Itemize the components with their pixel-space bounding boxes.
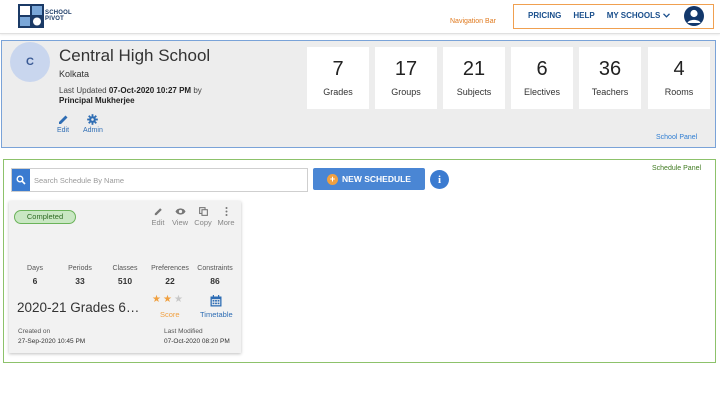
school-edit-label: Edit xyxy=(57,127,70,134)
metric-constraints: Constraints 86 xyxy=(192,265,238,286)
stat-value: 17 xyxy=(394,58,418,80)
nav-help-link[interactable]: HELP xyxy=(573,11,594,20)
nav-links: PRICING HELP MY SCHOOLS xyxy=(528,11,682,20)
info-icon[interactable]: i xyxy=(430,170,449,189)
more-vert-icon xyxy=(225,207,227,216)
schedule-search xyxy=(11,168,308,192)
navigation-bar: SCHOOL PIVOT Navigation Bar PRICING HELP… xyxy=(0,0,720,34)
school-panel-annotation: School Panel xyxy=(656,134,698,141)
stat-value: 6 xyxy=(536,58,548,80)
stat-subjects[interactable]: 21 Subjects xyxy=(443,47,505,109)
created-value: 27-Sep-2020 10:45 PM xyxy=(18,338,86,345)
nav-pricing-link[interactable]: PRICING xyxy=(528,11,561,20)
stat-grades[interactable]: 7 Grades xyxy=(307,47,369,109)
new-schedule-button[interactable]: + NEW SCHEDULE xyxy=(313,168,425,190)
modified-info: Last Modified 07-Oct-2020 08:20 PM xyxy=(164,327,230,347)
modified-value: 07-Oct-2020 08:20 PM xyxy=(164,338,230,345)
pencil-icon xyxy=(154,208,162,216)
stat-label: Rooms xyxy=(664,87,694,97)
created-label: Created on xyxy=(18,328,51,335)
navigation-bar-annotation: Navigation Bar xyxy=(450,18,496,25)
metric-periods: Periods 33 xyxy=(57,265,103,286)
metric-preferences: Preferences 22 xyxy=(147,265,193,286)
created-info: Created on 27-Sep-2020 10:45 PM xyxy=(18,327,85,347)
logo-mark-icon xyxy=(18,4,44,28)
card-edit-button[interactable]: Edit xyxy=(147,207,169,227)
last-updated-info: Last Updated 07-Oct-2020 10:27 PM by Pri… xyxy=(59,86,259,106)
chevron-down-icon xyxy=(663,13,671,18)
score-stars: ★★★ xyxy=(152,294,185,305)
schedule-title[interactable]: 2020-21 Grades 6… xyxy=(17,300,139,315)
search-icon xyxy=(16,175,26,185)
star-filled-icon: ★ xyxy=(162,294,174,305)
metric-label: Preferences xyxy=(151,265,189,272)
metric-label: Classes xyxy=(112,265,138,272)
stat-rooms[interactable]: 4 Rooms xyxy=(648,47,710,109)
stat-label: Electives xyxy=(523,87,560,97)
nav-my-schools-label: MY SCHOOLS xyxy=(606,11,661,20)
stat-value: 4 xyxy=(673,58,685,80)
calendar-icon xyxy=(210,295,222,307)
metric-value: 86 xyxy=(210,276,220,286)
logo-text: SCHOOL PIVOT xyxy=(45,10,72,22)
stat-label: Teachers xyxy=(591,87,629,97)
school-admin-button[interactable]: Admin xyxy=(83,114,103,134)
star-empty-icon: ★ xyxy=(173,294,185,305)
metric-label: Constraints xyxy=(197,265,233,272)
updated-by: Principal Mukherjee xyxy=(59,96,135,105)
modified-label: Last Modified xyxy=(164,328,203,335)
school-name: Central High School xyxy=(59,46,211,65)
timetable-label: Timetable xyxy=(200,310,233,319)
metric-value: 33 xyxy=(75,276,85,286)
schedule-card[interactable]: Completed Edit View Copy More Days 6 Per… xyxy=(9,201,241,353)
stat-label: Grades xyxy=(323,87,353,97)
card-copy-label: Copy xyxy=(194,218,212,227)
star-filled-icon: ★ xyxy=(152,294,163,305)
metric-value: 22 xyxy=(165,276,175,286)
plus-circle-icon: + xyxy=(327,173,339,185)
timetable-button[interactable]: Timetable xyxy=(200,295,233,319)
updated-by-prefix: by xyxy=(193,86,202,95)
eye-icon xyxy=(174,208,186,215)
stat-groups[interactable]: 17 Groups xyxy=(375,47,437,109)
schedule-panel-annotation: Schedule Panel xyxy=(652,165,702,172)
metric-label: Days xyxy=(27,265,43,272)
stat-teachers[interactable]: 36 Teachers xyxy=(579,47,641,109)
updated-at: 07-Oct-2020 10:27 PM xyxy=(108,86,192,95)
card-more-label: More xyxy=(217,218,235,227)
card-more-button[interactable]: More xyxy=(215,207,237,227)
stat-label: Groups xyxy=(391,87,421,97)
stat-value: 7 xyxy=(332,58,344,80)
school-city: Kolkata xyxy=(59,69,90,79)
school-pivot-logo[interactable]: SCHOOL PIVOT xyxy=(18,4,72,28)
metric-value: 6 xyxy=(32,276,38,286)
pencil-icon xyxy=(58,115,68,124)
search-button[interactable] xyxy=(12,169,30,191)
stat-value: 36 xyxy=(598,58,622,80)
copy-icon xyxy=(198,207,208,216)
stat-label: Subjects xyxy=(456,87,492,97)
school-edit-button[interactable]: Edit xyxy=(57,114,69,134)
search-input[interactable] xyxy=(32,169,306,191)
card-edit-label: Edit xyxy=(151,218,165,227)
school-avatar: C xyxy=(10,42,50,82)
card-view-button[interactable]: View xyxy=(169,207,191,227)
school-admin-label: Admin xyxy=(83,127,103,134)
score-label: Score xyxy=(160,310,180,319)
metric-days: Days 6 xyxy=(12,265,58,286)
status-badge: Completed xyxy=(14,210,76,224)
card-copy-button[interactable]: Copy xyxy=(192,207,214,227)
metric-value: 510 xyxy=(117,276,133,286)
metric-label: Periods xyxy=(68,265,92,272)
metric-classes: Classes 510 xyxy=(102,265,148,286)
stat-electives[interactable]: 6 Electives xyxy=(511,47,573,109)
card-view-label: View xyxy=(171,218,189,227)
new-schedule-label: NEW SCHEDULE xyxy=(342,174,411,184)
nav-my-schools-menu[interactable]: MY SCHOOLS xyxy=(607,11,671,20)
account-circle-icon[interactable] xyxy=(684,6,704,26)
gear-icon xyxy=(87,114,99,125)
updated-prefix: Last Updated xyxy=(59,86,107,95)
stat-value: 21 xyxy=(462,58,486,80)
